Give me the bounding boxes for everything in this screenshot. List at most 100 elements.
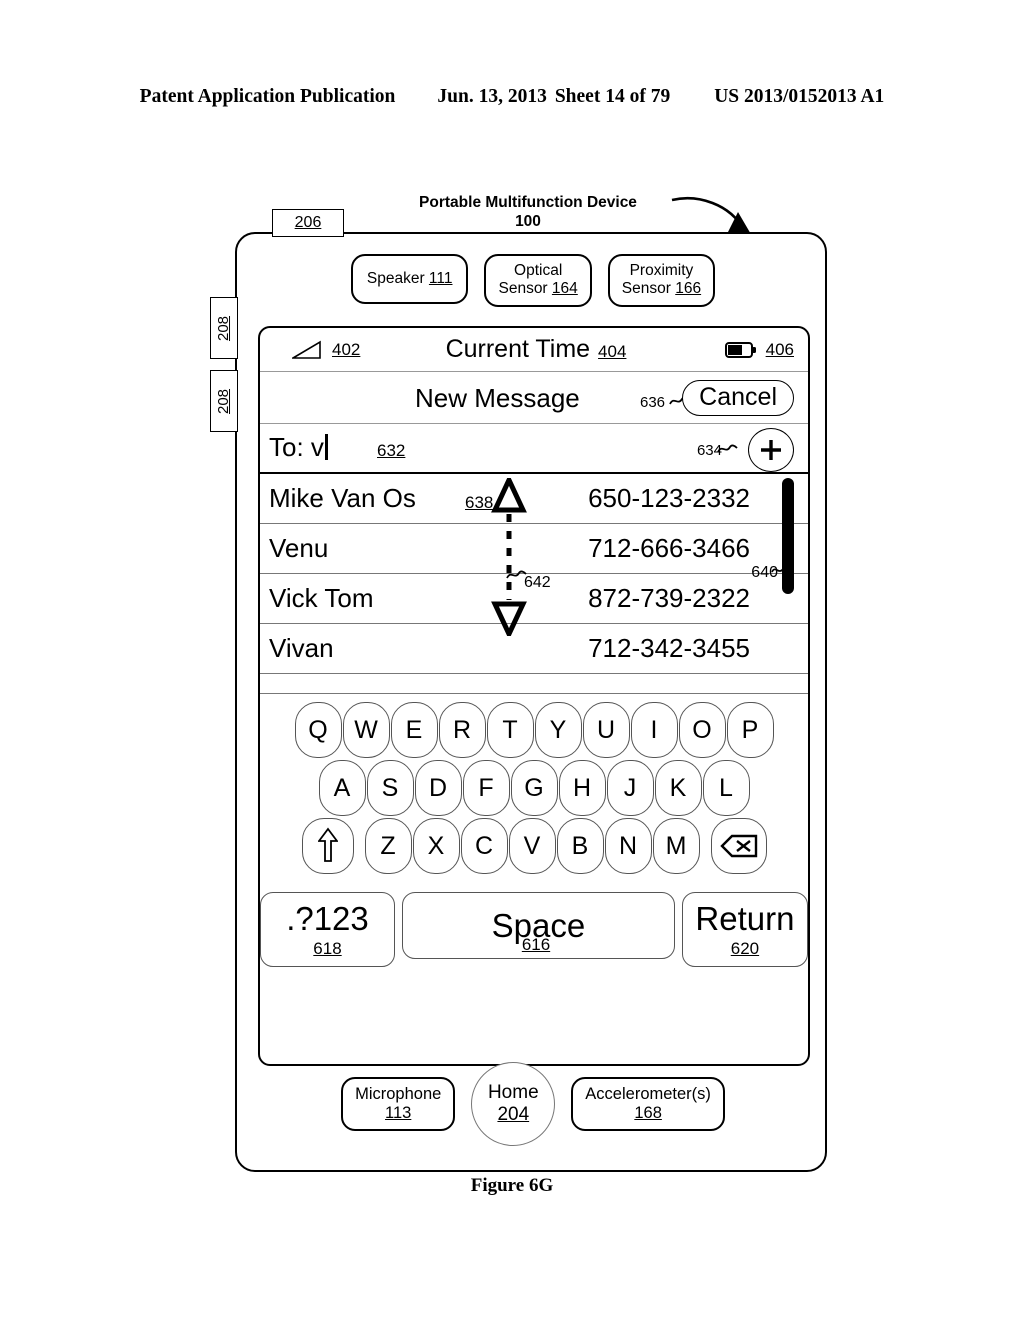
key-l[interactable]: L [702, 760, 750, 816]
microphone-pill: Microphone 113 [341, 1076, 456, 1132]
key-t[interactable]: T [486, 702, 534, 758]
key-u[interactable]: U [582, 702, 630, 758]
key-a[interactable]: A [318, 760, 366, 816]
to-input-value: v [310, 432, 324, 462]
proximity-sensor-line1: Proximity [629, 262, 694, 279]
key-n[interactable]: N [604, 818, 652, 874]
status-bar: 402 Current Time 404 406 [260, 328, 808, 372]
ref-208-label-bottom: 208 [215, 388, 233, 414]
optical-sensor-line1: Optical [514, 262, 563, 279]
return-key[interactable]: Return 620 [681, 892, 808, 967]
ref-208-label-top: 208 [215, 315, 233, 341]
key-o[interactable]: O [678, 702, 726, 758]
page-title: New Message [415, 383, 580, 413]
speaker-pill: Speaker 111 [350, 254, 469, 305]
optical-sensor-pill: Optical Sensor 164 [484, 254, 592, 307]
key-q[interactable]: Q [294, 702, 342, 758]
shift-key[interactable] [301, 818, 354, 874]
battery-ref-label: 406 [765, 339, 794, 359]
accelerometer-label: Accelerometer(s) [585, 1084, 711, 1103]
touch-screen: 402 Current Time 404 406 New Message 636 [258, 326, 810, 1066]
key-s[interactable]: S [366, 760, 414, 816]
proximity-sensor-line2: Sensor [621, 280, 671, 298]
ref-208-tag-top: 208 [210, 297, 238, 359]
status-bar-right: 406 [724, 339, 794, 360]
key-j[interactable]: J [606, 760, 654, 816]
publication-label: Patent Application Publication [139, 86, 396, 107]
microphone-label: Microphone [355, 1084, 442, 1103]
keyboard-row-2: A S D F G H J K L [260, 760, 808, 816]
navigation-bar: New Message 636 Cancel [260, 372, 808, 424]
contact-phone: 650-123-2332 [588, 483, 750, 513]
optical-sensor-ref: 164 [551, 280, 578, 298]
key-f[interactable]: F [462, 760, 510, 816]
contact-name: Mike Van Os [269, 483, 416, 513]
device-title-line2: 100 [515, 213, 541, 231]
cancel-button[interactable]: Cancel [682, 380, 794, 417]
numbers-key[interactable]: .?123 618 [260, 892, 395, 967]
sheet-number: Sheet 14 of 79 [554, 86, 671, 107]
scroll-gesture-arrow [491, 478, 527, 636]
backspace-icon [719, 834, 757, 858]
key-r[interactable]: R [438, 702, 486, 758]
keyboard-row-1: Q W E R T Y U I O P [260, 702, 808, 758]
home-button[interactable]: Home 204 [471, 1062, 556, 1146]
contact-phone: 712-342-3455 [588, 633, 750, 663]
contact-phone: 872-739-2322 [588, 583, 750, 613]
patent-number: US 2013/0152013 A1 [714, 86, 885, 107]
key-p[interactable]: P [726, 702, 774, 758]
key-y[interactable]: Y [534, 702, 582, 758]
optical-sensor-line2: Sensor [498, 280, 548, 298]
keyboard-area-ref-label: 616 [521, 935, 551, 954]
add-contact-ref-leader [717, 444, 738, 453]
speaker-label: Speaker [366, 270, 425, 287]
to-field-ref-label: 632 [377, 441, 406, 460]
microphone-ref: 113 [385, 1104, 412, 1122]
key-k[interactable]: K [654, 760, 702, 816]
delete-key[interactable] [710, 818, 767, 874]
key-c[interactable]: C [460, 818, 508, 874]
key-m[interactable]: M [652, 818, 700, 874]
key-h[interactable]: H [558, 760, 606, 816]
key-d[interactable]: D [414, 760, 462, 816]
recipient-field-row[interactable]: To: v 632 634 [260, 424, 808, 474]
figure-caption: Figure 6G [470, 1175, 554, 1196]
publication-date: Jun. 13, 2013 [437, 86, 547, 107]
home-button-label: Home [487, 1082, 539, 1104]
return-key-label: Return [695, 900, 795, 937]
key-z[interactable]: Z [364, 818, 412, 874]
device-bottom-row: Microphone 113 Home 204 Accelerometer(s)… [237, 1062, 829, 1146]
speaker-ref: 111 [428, 270, 453, 287]
numbers-key-label: .?123 [286, 900, 369, 937]
patent-header: Patent Application Publication Jun. 13, … [0, 86, 1024, 108]
contact-name: Vivan [269, 633, 334, 663]
device-title-line1: Portable Multifunction Device [419, 194, 637, 211]
accelerometer-pill: Accelerometer(s) 168 [571, 1076, 725, 1132]
keyboard-row-4: .?123 618 Space Return 620 [260, 892, 808, 967]
device-title: Portable Multifunction Device 100 [378, 193, 678, 232]
list-keyboard-divider [260, 674, 808, 694]
text-cursor [324, 434, 328, 460]
contact-name: Venu [269, 533, 329, 563]
key-w[interactable]: W [342, 702, 390, 758]
ref-208-tag-bottom: 208 [210, 370, 238, 432]
proximity-sensor-ref: 166 [675, 280, 702, 298]
key-i[interactable]: I [630, 702, 678, 758]
add-contact-button[interactable] [748, 428, 794, 472]
scroll-gesture-ref-label: 642 [524, 574, 551, 591]
ref-206-label: 206 [294, 214, 322, 231]
battery-icon [724, 341, 756, 358]
scroll-gesture-ref-leader [506, 570, 527, 579]
key-e[interactable]: E [390, 702, 438, 758]
key-g[interactable]: G [510, 760, 558, 816]
current-time-label: Current Time [445, 335, 591, 363]
key-x[interactable]: X [412, 818, 460, 874]
on-screen-keyboard[interactable]: 628 Q W E R T Y U I O P A S D F G [260, 694, 808, 967]
sensor-row: Speaker 111 Optical Sensor 164 Proximity… [237, 254, 829, 307]
home-button-ref: 204 [497, 1104, 530, 1125]
key-b[interactable]: B [556, 818, 604, 874]
to-field[interactable]: To: v [269, 432, 328, 463]
contact-list[interactable]: Mike Van Os 638 650-123-2332 Venu 712-66… [260, 474, 808, 674]
key-v[interactable]: V [508, 818, 556, 874]
contact-phone: 712-666-3466 [588, 533, 750, 563]
